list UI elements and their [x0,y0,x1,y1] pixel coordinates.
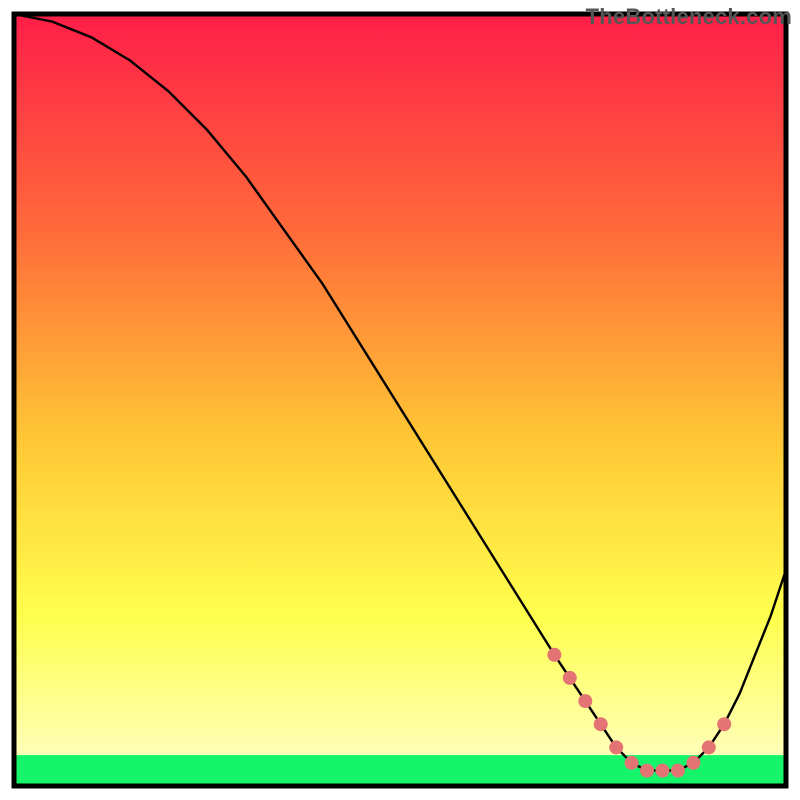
recommended-dot [702,740,716,754]
recommended-dot [563,671,577,685]
recommended-dot [547,648,561,662]
recommended-dot [717,717,731,731]
recommended-dot [671,764,685,778]
recommended-dot [578,694,592,708]
chart-canvas [0,0,800,800]
gradient-background [14,14,786,786]
watermark-text: TheBottleneck.com [586,4,792,30]
recommended-dot [640,764,654,778]
recommended-dot [656,764,670,778]
plot-area [14,14,786,786]
recommended-dot [686,756,700,770]
bottleneck-chart: TheBottleneck.com [0,0,800,800]
recommended-dot [594,717,608,731]
recommended-dot [609,740,623,754]
recommended-dot [625,756,639,770]
